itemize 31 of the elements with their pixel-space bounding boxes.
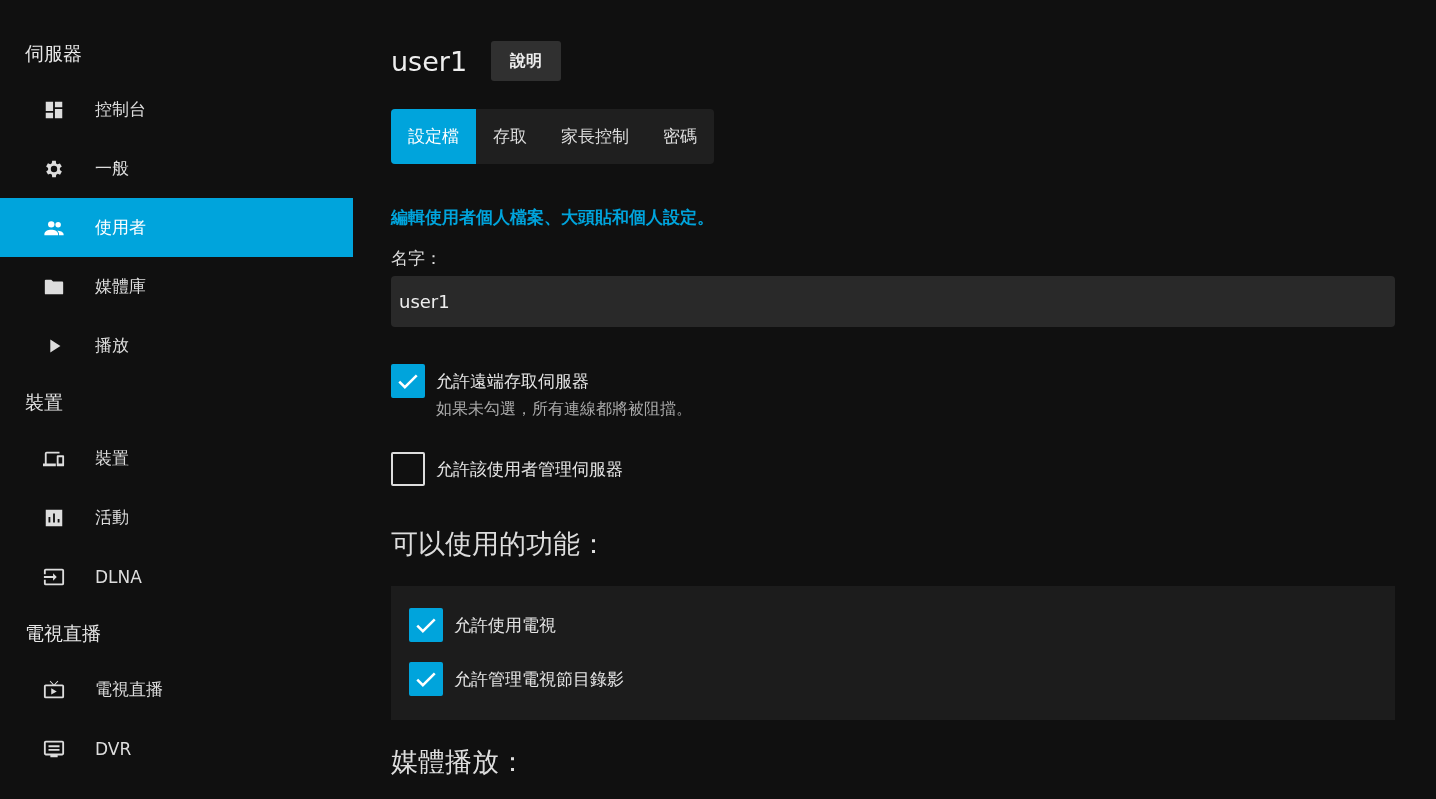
tv-icon — [43, 678, 65, 701]
sidebar-item[interactable]: 電視直播 — [0, 660, 353, 719]
hint-text: 如果未勾選，所有連線都將被阻擋。 — [436, 399, 692, 420]
section-heading: 裝置 — [24, 390, 64, 415]
checkbox-label: 允許使用電視 — [454, 614, 556, 637]
checkbox-label: 允許管理電視節目錄影 — [454, 668, 624, 691]
checkbox[interactable] — [391, 364, 425, 398]
sidebar-item[interactable]: 活動 — [0, 488, 353, 547]
page-title: user1 — [391, 45, 468, 77]
sidebar-item[interactable]: 一般 — [0, 139, 353, 198]
help-button[interactable]: 說明 — [491, 41, 562, 81]
sidebar-item[interactable]: 媒體庫 — [0, 257, 353, 316]
sidebar-item[interactable]: DVR — [0, 719, 353, 778]
sidebar-item[interactable]: 裝置 — [0, 429, 353, 488]
sidebar-item[interactable]: 控制台 — [0, 80, 353, 139]
section-title: 可以使用的功能： — [391, 527, 608, 561]
tab[interactable]: 家長控制 — [544, 109, 646, 164]
section-description: 編輯使用者個人檔案、大頭貼和個人設定。 — [391, 206, 715, 229]
section-heading: 伺服器 — [24, 41, 83, 66]
name-field[interactable]: user1 — [391, 276, 1395, 327]
section-title: 媒體播放： — [391, 745, 527, 779]
sidebar-item[interactable]: 播放 — [0, 316, 353, 375]
tab[interactable]: 密碼 — [646, 109, 714, 164]
section-heading: 電視直播 — [24, 621, 102, 646]
field-label: 名字： — [391, 247, 443, 270]
checkbox[interactable] — [409, 662, 443, 696]
checkbox-label: 允許該使用者管理伺服器 — [436, 458, 623, 481]
checkbox[interactable] — [409, 608, 443, 642]
checkbox-label: 允許遠端存取伺服器 — [436, 370, 590, 393]
tab[interactable]: 存取 — [476, 109, 544, 164]
sidebar-item[interactable]: DLNA — [0, 547, 353, 606]
